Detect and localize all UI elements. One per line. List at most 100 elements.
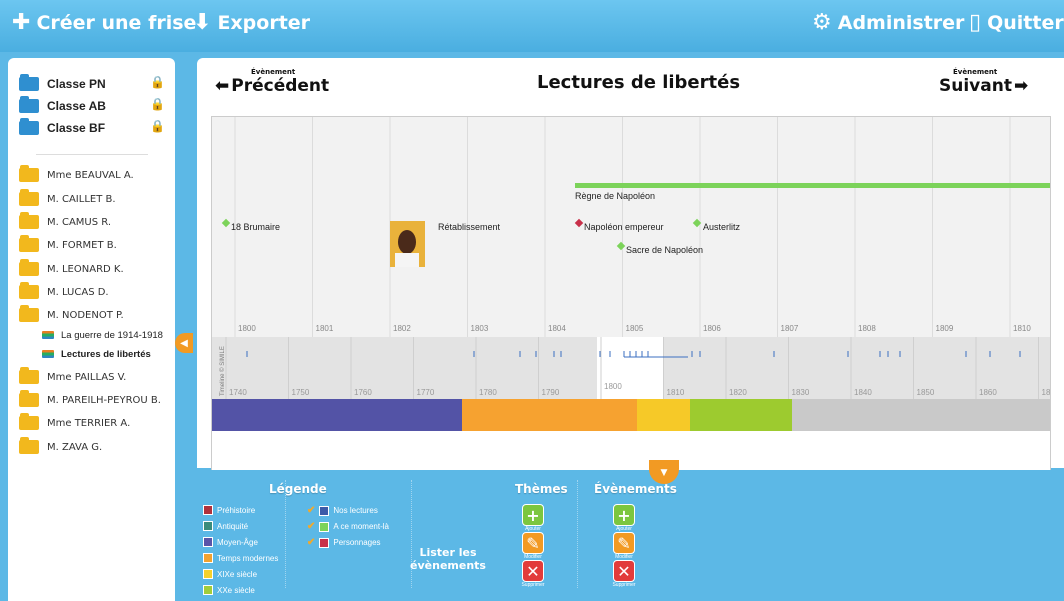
timeline-label: Lectures de libertés [61,348,151,360]
delete-event-button[interactable]: ✕ Supprimer [611,560,637,588]
sidebar-teacher-item[interactable]: Mme BEAUVAL A. [19,165,134,184]
sidebar-teacher-item[interactable]: M. LUCAS D. [19,282,109,301]
next-event-label: Suivant [939,76,1012,96]
folder-icon [19,212,39,229]
teacher-label: M. LEONARD K. [47,263,124,275]
sidebar-divider [36,154,148,155]
collapse-sidebar-button[interactable]: ◀ [175,333,193,353]
teacher-label: Mme BEAUVAL A. [47,169,134,181]
sidebar-teacher-item[interactable]: M. LEONARD K. [19,259,124,278]
class-label: Classe AB [47,99,106,113]
portrait-face [398,230,416,254]
simile-timeline[interactable]: 1800 1801 1802 1803 1804 1805 1806 1807 1808 1809… [211,116,1051,489]
teacher-label: Mme PAILLAS V. [47,371,127,383]
chevron-down-icon: ▼ [660,468,668,478]
next-event-small-label: Évènement [953,68,998,76]
folder-icon [19,189,39,206]
legend-period-item: Temps modernes [203,553,278,563]
sidebar-teacher-item[interactable]: M. CAILLET B. [19,189,116,208]
themes-divider [577,480,578,588]
folder-icon [19,96,39,113]
folder-icon [19,367,39,384]
teacher-label: M. NODENOT P. [47,309,124,321]
decade-label: 1830 [792,388,810,397]
legend-period-label: XIXe siècle [217,569,258,579]
timeline-panel: Évènement ⬅ Précédent Lectures de libert… [197,58,1064,489]
folder-icon [19,282,39,299]
quit-button[interactable]: ▯ Quitter [969,12,1064,35]
legend-period-item: Antiquité [203,521,248,531]
simile-credit[interactable]: Timeline © SIMILE [219,346,226,396]
sidebar-teacher-item[interactable]: Mme TERRIER A. [19,413,131,432]
legend-filter-item[interactable]: ✔ Nos lectures [307,505,378,516]
sidebar-class-item[interactable]: Classe PN 🔒 [19,74,169,94]
legend-filter-item[interactable]: ✔ A ce moment-là [307,521,389,532]
add-event-button[interactable]: + Ajouter [611,504,637,532]
class-label: Classe BF [47,121,106,135]
class-label: Classe PN [47,77,106,91]
administer-button[interactable]: ⚙ Administrer [812,12,964,35]
event-label: Austerlitz [703,222,741,232]
timeline-label: La guerre de 1914-1918 [61,329,163,341]
duration-bar[interactable] [575,183,1051,188]
year-label: 1802 [393,324,411,333]
delete-theme-button[interactable]: ✕ Supprimer [520,560,546,588]
teacher-label: M. FORMET B. [47,239,117,251]
legend-swatch [203,505,213,515]
folder-icon [19,437,39,454]
add-theme-button[interactable]: + Ajouter [520,504,546,532]
teacher-label: M. ZAVA G. [47,441,103,453]
legend-swatch [203,569,213,579]
list-events-link[interactable]: Lister les évènements [408,546,488,572]
close-icon: ✕ [522,560,544,582]
event-label: 18 Brumaire [231,222,280,232]
year-label: 1801 [316,324,334,333]
teacher-label: M. LUCAS D. [47,286,109,298]
expand-panel-button[interactable]: ▼ [649,460,679,484]
decade-label: 1810 [667,388,685,397]
legend-period-label: XXe siècle [217,585,255,595]
sidebar-teacher-item[interactable]: M. ZAVA G. [19,437,103,456]
sidebar-timeline-item-active[interactable]: Lectures de libertés [42,346,151,362]
period-segment [462,399,637,431]
sidebar-class-item[interactable]: Classe BF 🔒 [19,118,169,138]
export-label: Exporter [217,12,311,34]
portrait-collar [395,253,419,267]
sidebar-teacher-item[interactable]: M. PAREILH-PEYROU B. [19,390,161,409]
arrow-left-icon: ⬅ [215,76,230,96]
folder-icon [19,235,39,252]
legend-filter-label: Nos lectures [333,506,378,515]
legend-period-item: Moyen-Âge [203,537,258,547]
legend-period-label: Préhistoire [217,505,256,515]
edit-theme-button[interactable]: ✎ Modifier [520,532,546,560]
export-button[interactable]: ⬇ Exporter [193,10,311,35]
create-timeline-button[interactable]: ✚ Créer une frise [12,12,197,35]
plus-icon: + [522,504,544,526]
lock-icon: 🔒 [150,97,165,111]
teacher-label: M. PAREILH-PEYROU B. [47,394,161,406]
sidebar-teacher-item[interactable]: Mme PAILLAS V. [19,367,127,386]
decade-label: 1860 [979,388,997,397]
previous-event-button[interactable]: Évènement ⬅ Précédent [215,68,329,96]
period-segment [637,399,690,431]
create-timeline-label: Créer une frise [36,12,197,34]
edit-event-button[interactable]: ✎ Modifier [611,532,637,560]
sidebar-timeline-item[interactable]: La guerre de 1914-1918 [42,327,163,343]
year-label: 1805 [626,324,644,333]
legend-swatch [203,521,213,531]
legend-filter-label: A ce moment-là [333,522,389,531]
year-label: 1809 [936,324,954,333]
timeline-canvas[interactable]: 1800 1801 1802 1803 1804 1805 1806 1807 1808 1809… [212,117,1051,489]
teacher-label: Mme TERRIER A. [47,417,131,429]
decade-label: 1740 [229,388,247,397]
year-label: 1806 [703,324,721,333]
sidebar-teacher-item[interactable]: M. NODENOT P. [19,305,124,324]
checkmark-icon: ✔ [307,537,316,548]
sidebar-teacher-item[interactable]: M. FORMET B. [19,235,117,254]
sidebar-teacher-item[interactable]: M. CAMUS R. [19,212,111,231]
sidebar-class-item[interactable]: Classe AB 🔒 [19,96,169,116]
download-arrow-icon: ⬇ [193,10,212,35]
next-event-button[interactable]: Évènement Suivant ➡ [939,68,1028,96]
legend-filter-item[interactable]: ✔ Personnages [307,537,381,548]
decade-label: 1750 [292,388,310,397]
